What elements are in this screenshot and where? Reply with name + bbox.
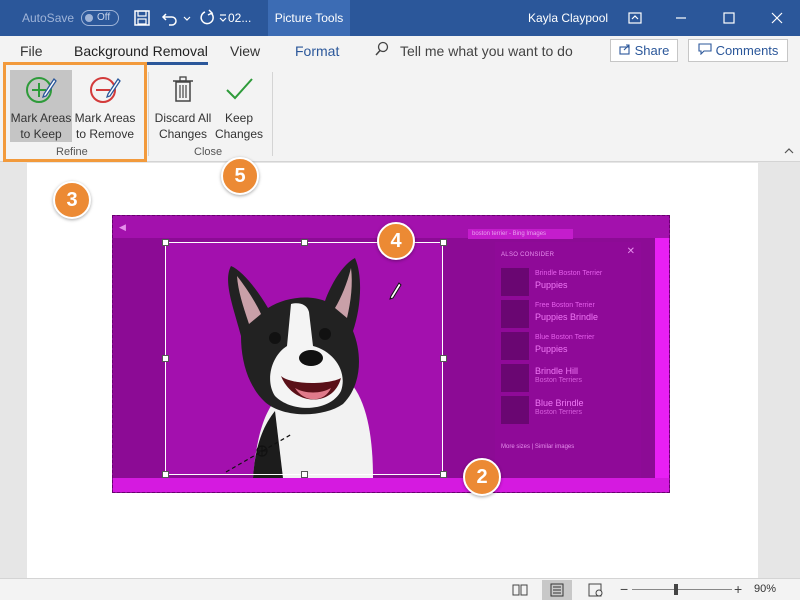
undo-icon[interactable] xyxy=(160,8,180,28)
thumbnail xyxy=(501,332,529,360)
thumbnail xyxy=(501,396,529,424)
list-item: Blue Brindle Boston Terriers xyxy=(501,396,637,424)
discard-label-1: Discard All xyxy=(154,111,212,125)
customize-qat-icon[interactable] xyxy=(218,8,228,28)
redo-icon[interactable] xyxy=(196,8,216,28)
picture-tools-context: Picture Tools xyxy=(268,0,350,36)
resize-handle-top-left[interactable] xyxy=(162,239,169,246)
browser-bottom-bar xyxy=(113,478,669,492)
tab-file[interactable]: File xyxy=(20,43,43,59)
resize-handle-left[interactable] xyxy=(162,355,169,362)
keep-label-1: Keep xyxy=(224,111,254,125)
minimize-icon[interactable] xyxy=(658,0,704,36)
callout-3: 3 xyxy=(53,181,91,219)
comments-button[interactable]: Comments xyxy=(688,39,788,62)
close-group-label: Close xyxy=(194,146,223,158)
callout-4: 4 xyxy=(377,222,415,260)
ribbon-display-options-icon[interactable] xyxy=(612,0,658,36)
read-mode-icon[interactable] xyxy=(512,583,528,597)
callout-2: 2 xyxy=(463,458,501,496)
browser-tab: boston terrier - Bing Images xyxy=(468,229,573,239)
group-divider xyxy=(272,72,273,156)
list-item: Blue Boston Terrier Puppies xyxy=(501,332,637,360)
callout-5: 5 xyxy=(221,157,259,195)
zoom-out-button[interactable]: − xyxy=(620,581,628,597)
item-line1: Brindle Boston Terrier xyxy=(535,270,603,277)
item-line1: Blue Brindle xyxy=(535,398,584,408)
panel-footer: More sizes | Similar images xyxy=(501,444,575,450)
discard-label-2: Changes xyxy=(158,127,208,141)
item-line1: Blue Boston Terrier xyxy=(535,334,595,341)
thumbnail xyxy=(501,300,529,328)
tab-format[interactable]: Format xyxy=(295,43,339,59)
vertical-scrollbar[interactable] xyxy=(786,163,800,578)
pencil-cursor-icon xyxy=(389,282,402,300)
panel-title: ALSO CONSIDER xyxy=(501,252,555,258)
list-item: Free Boston Terrier Puppies Brindle xyxy=(501,300,637,328)
thumbnail xyxy=(501,364,529,392)
document-name: 02... xyxy=(228,11,252,25)
undo-dropdown-icon[interactable] xyxy=(182,8,192,28)
print-layout-icon[interactable] xyxy=(542,580,572,600)
tell-me-box[interactable]: Tell me what you want to do xyxy=(400,43,573,59)
autosave-state: Off xyxy=(97,12,111,23)
item-line2: Puppies xyxy=(535,344,568,354)
keep-mark-line xyxy=(225,433,293,473)
item-line1: Free Boston Terrier xyxy=(535,302,595,309)
group-divider xyxy=(148,72,149,156)
resize-handle-right[interactable] xyxy=(440,355,447,362)
comment-icon xyxy=(698,43,712,58)
web-layout-icon[interactable] xyxy=(588,583,604,597)
resize-handle-bottom-right[interactable] xyxy=(440,471,447,478)
panel-close-icon: ✕ xyxy=(626,246,635,257)
resize-handle-bottom-left[interactable] xyxy=(162,471,169,478)
title-bar: AutoSave Off 02... Picture Tools Kayla C… xyxy=(0,0,800,36)
thumbnail xyxy=(501,268,529,296)
user-name[interactable]: Kayla Claypool xyxy=(528,11,608,25)
resize-handle-top[interactable] xyxy=(301,239,308,246)
trash-icon xyxy=(152,74,214,108)
zoom-slider[interactable] xyxy=(632,589,732,590)
selection-marquee[interactable] xyxy=(165,242,443,475)
tab-background-removal[interactable]: Background Removal xyxy=(74,43,208,65)
resize-handle-top-right[interactable] xyxy=(440,239,447,246)
item-line2: Puppies xyxy=(535,280,568,290)
keep-changes-button[interactable]: Keep Changes xyxy=(214,70,264,142)
refine-highlight-box xyxy=(3,62,147,162)
resize-handle-bottom[interactable] xyxy=(301,471,308,478)
also-consider-panel: ALSO CONSIDER ✕ Brindle Boston Terrier P… xyxy=(495,242,641,482)
autosave-label: AutoSave xyxy=(22,11,75,25)
zoom-slider-thumb[interactable] xyxy=(674,584,678,595)
discard-all-changes-button[interactable]: Discard All Changes xyxy=(152,70,214,142)
share-icon xyxy=(619,43,631,58)
comments-label: Comments xyxy=(715,43,779,58)
share-label: Share xyxy=(634,43,670,58)
zoom-level[interactable]: 90% xyxy=(754,583,776,595)
save-icon[interactable] xyxy=(132,8,152,28)
close-icon[interactable] xyxy=(754,0,800,36)
back-arrow-icon: ◀ xyxy=(119,222,126,232)
status-bar: − + 90% xyxy=(0,578,800,600)
item-line2: Puppies Brindle xyxy=(535,312,599,322)
item-line2: Boston Terriers xyxy=(535,377,582,384)
collapse-ribbon-icon[interactable] xyxy=(784,146,794,158)
checkmark-icon xyxy=(214,74,264,108)
autosave-toggle[interactable]: Off xyxy=(81,10,119,26)
toggle-knob xyxy=(85,14,93,22)
item-line1: Brindle Hill xyxy=(535,366,579,376)
search-icon xyxy=(374,41,390,60)
browser-scrollbar xyxy=(655,238,669,488)
zoom-in-button[interactable]: + xyxy=(734,581,742,597)
tab-view[interactable]: View xyxy=(230,43,260,59)
keep-label-2: Changes xyxy=(214,127,264,141)
list-item: Brindle Boston Terrier Puppies xyxy=(501,268,637,296)
maximize-icon[interactable] xyxy=(706,0,752,36)
item-line2: Boston Terriers xyxy=(535,409,582,416)
share-button[interactable]: Share xyxy=(610,39,678,62)
list-item: Brindle Hill Boston Terriers xyxy=(501,364,637,392)
